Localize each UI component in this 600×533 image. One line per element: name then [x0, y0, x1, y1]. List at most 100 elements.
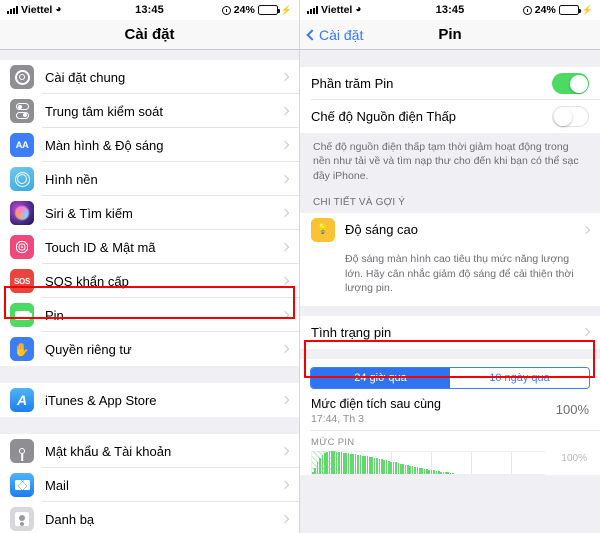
sidebar-item-touch-id[interactable]: Touch ID & Mật mã [0, 230, 299, 264]
sidebar-item-control-center[interactable]: Trung tâm kiểm soát [0, 94, 299, 128]
chevron-right-icon [280, 140, 290, 150]
settings-screen: Viettel ◕ 13:45 24% ⚡ Cài đặt Cài đặt ch… [0, 0, 300, 533]
lightning-bolt-icon: ⚡ [280, 4, 292, 15]
sidebar-item-label: SOS khẩn cấp [45, 273, 129, 289]
last-charge-title: Mức điện tích sau cùng [311, 396, 441, 411]
sidebar-item-label: Mail [45, 477, 69, 493]
content-gap-1 [300, 305, 600, 316]
sidebar-item-label: Hình nền [45, 171, 98, 187]
gear-icon [10, 65, 34, 89]
segment-24-hours[interactable]: 24 giờ qua [311, 367, 450, 388]
settings-group-3: Mật khẩu & Tài khoản Mail Danh bạ [0, 434, 299, 533]
sidebar-item-label: iTunes & App Store [45, 392, 157, 408]
settings-list[interactable]: Cài đặt chung Trung tâm kiểm soát AA Màn… [0, 50, 299, 533]
content-gap-2 [300, 348, 600, 359]
time-range-segmented-control[interactable]: 24 giờ qua 10 ngày qua [300, 358, 600, 393]
row-label: Chế độ Nguồn điện Thấp [311, 109, 457, 124]
battery-icon [257, 5, 280, 15]
row-battery-health[interactable]: Tình trạng pin [300, 315, 600, 349]
sidebar-item-label: Màn hình & Độ sáng [45, 137, 164, 153]
privacy-hand-icon: ✋ [10, 337, 34, 361]
chevron-right-icon [280, 208, 290, 218]
lightbulb-icon: 💡 [311, 217, 335, 242]
status-bar-right-group: 24% ⚡ [221, 4, 292, 16]
sidebar-item-display-brightness[interactable]: AA Màn hình & Độ sáng [0, 128, 299, 162]
sidebar-item-label: Cài đặt chung [45, 69, 126, 85]
segment-10-days[interactable]: 10 ngày qua [450, 367, 589, 388]
last-charge-time: 17:44, Th 3 [311, 412, 364, 425]
battery-icon [10, 303, 34, 327]
status-bar-right-group: 24% ⚡ [522, 4, 593, 16]
chevron-right-icon [280, 72, 290, 82]
sos-icon: SOS [10, 269, 34, 293]
siri-icon [10, 201, 34, 225]
sidebar-item-battery[interactable]: Pin [0, 298, 299, 332]
contacts-icon [10, 507, 34, 531]
lightning-bolt-icon: ⚡ [581, 4, 593, 15]
display-brightness-icon: AA [10, 133, 34, 157]
sidebar-item-privacy[interactable]: ✋ Quyền riêng tư [0, 332, 299, 366]
sidebar-item-label: Danh bạ [45, 511, 95, 527]
chevron-right-icon [280, 310, 290, 320]
battery-percentage-label: 24% [233, 4, 255, 16]
row-label: Tình trạng pin [311, 324, 392, 340]
chevron-right-icon [280, 276, 290, 286]
sidebar-item-label: Pin [45, 307, 64, 323]
row-label: Phần trăm Pin [311, 76, 394, 91]
nav-bar-left: Cài đặt [0, 20, 299, 50]
sidebar-item-siri-search[interactable]: Siri & Tìm kiếm [0, 196, 299, 230]
battery-percentage-label: 24% [534, 4, 556, 16]
list-gap-1 [0, 366, 299, 383]
dual-screenshot-container: Viettel ◕ 13:45 24% ⚡ Cài đặt Cài đặt ch… [0, 0, 600, 533]
key-icon [10, 439, 34, 463]
row-high-brightness-tip[interactable]: 💡 Độ sáng cao [300, 213, 600, 247]
sidebar-item-wallpaper[interactable]: Hình nền [0, 162, 299, 196]
chart-title: MỨC PIN [311, 436, 355, 448]
low-power-footnote: Chế độ nguồn điện thấp tạm thời giảm hoạ… [300, 133, 600, 195]
low-power-mode-toggle[interactable] [552, 106, 589, 127]
row-low-power-mode[interactable]: Chế độ Nguồn điện Thấp [300, 100, 600, 133]
chart-bars [312, 450, 455, 474]
nav-bar-right: Cài đặt Pin [300, 20, 600, 50]
chevron-right-icon [280, 174, 290, 184]
sidebar-item-general[interactable]: Cài đặt chung [0, 60, 299, 94]
sidebar-item-mail[interactable]: Mail [0, 468, 299, 502]
last-charge-percent: 100% [555, 401, 589, 417]
fingerprint-icon [10, 235, 34, 259]
content-top-gap [300, 50, 600, 67]
row-battery-percentage[interactable]: Phần trăm Pin [300, 67, 600, 100]
chevron-right-icon [581, 225, 591, 235]
sidebar-item-passwords-accounts[interactable]: Mật khẩu & Tài khoản [0, 434, 299, 468]
tips-group: 💡 Độ sáng cao [300, 213, 600, 247]
battery-level-chart: MỨC PIN 100% [300, 430, 600, 475]
sidebar-item-itunes-app-store[interactable]: A iTunes & App Store [0, 383, 299, 417]
sidebar-item-label: Trung tâm kiểm soát [45, 103, 164, 119]
status-bar-right: Viettel ◕ 13:45 24% ⚡ [300, 0, 600, 20]
battery-content: Phần trăm Pin Chế độ Nguồn điện Thấp Chế… [300, 50, 600, 533]
tips-section-header: CHI TIẾT VÀ GỢI Ý [300, 194, 600, 214]
battery-health-group: Tình trạng pin [300, 315, 600, 349]
list-top-gap [0, 50, 299, 60]
chevron-right-icon [280, 446, 290, 456]
back-button[interactable]: Cài đặt [306, 26, 364, 43]
settings-group-2: A iTunes & App Store [0, 383, 299, 417]
last-charge-row: Mức điện tích sau cùng 17:44, Th 3 100% [300, 392, 600, 431]
sidebar-item-label: Quyền riêng tư [45, 341, 132, 357]
chevron-left-icon [306, 28, 318, 41]
list-gap-2 [0, 417, 299, 434]
chevron-right-icon [280, 106, 290, 116]
back-button-label: Cài đặt [319, 26, 364, 43]
chevron-right-icon [581, 328, 591, 337]
control-center-icon [10, 99, 34, 123]
sidebar-item-emergency-sos[interactable]: SOS SOS khẩn cấp [0, 264, 299, 298]
chart-axis-max-label: 100% [561, 452, 587, 464]
alarm-clock-icon [221, 5, 231, 15]
battery-percentage-toggle[interactable] [552, 73, 589, 94]
row-label: Độ sáng cao [345, 222, 418, 238]
chevron-right-icon [280, 344, 290, 354]
sidebar-item-label: Siri & Tìm kiếm [45, 205, 133, 221]
status-bar-left: Viettel ◕ 13:45 24% ⚡ [0, 0, 299, 20]
page-title: Cài đặt [124, 26, 175, 43]
sidebar-item-contacts[interactable]: Danh bạ [0, 502, 299, 533]
chevron-right-icon [280, 514, 290, 524]
